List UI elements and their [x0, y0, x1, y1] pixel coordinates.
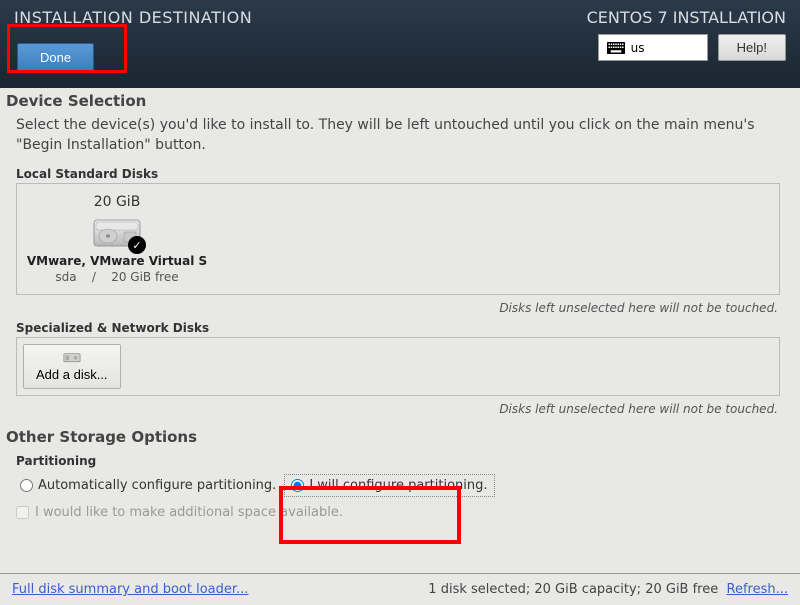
checkbox-additional-label: I would like to make additional space av… — [35, 505, 343, 520]
keyboard-layout-label: us — [631, 41, 645, 55]
disk-size: 20 GiB — [17, 194, 217, 210]
checkbox-additional-input[interactable] — [16, 506, 29, 519]
refresh-link[interactable]: Refresh... — [727, 582, 789, 597]
network-disks-container: Add a disk... — [16, 337, 780, 396]
network-disks-hint: Disks left unselected here will not be t… — [6, 396, 790, 418]
partitioning-label: Partitioning — [16, 450, 784, 470]
footer-status: 1 disk selected; 20 GiB capacity; 20 GiB… — [428, 582, 788, 597]
radio-auto-label: Automatically configure partitioning. — [38, 478, 276, 493]
disk-details: sda / 20 GiB free — [17, 270, 217, 284]
local-disks-label: Local Standard Disks — [6, 163, 790, 183]
top-right-controls: us Help! — [598, 34, 786, 61]
disk-item[interactable]: 20 GiB VMware, VMwar — [17, 192, 217, 286]
radio-auto-input[interactable] — [20, 479, 33, 492]
add-disk-label: Add a disk... — [36, 367, 108, 382]
keyboard-icon — [607, 42, 625, 54]
checkbox-additional-space[interactable]: I would like to make additional space av… — [16, 501, 784, 520]
other-storage-section: Other Storage Options Partitioning Autom… — [0, 418, 800, 520]
hard-drive-icon — [92, 214, 142, 250]
radio-manual-label: I will configure partitioning. — [309, 478, 487, 493]
network-disks-label: Specialized & Network Disks — [6, 317, 790, 337]
other-storage-title: Other Storage Options — [6, 428, 794, 446]
radio-auto-partition[interactable]: Automatically configure partitioning. — [16, 476, 280, 495]
local-disks-container: 20 GiB VMware, VMwar — [16, 183, 780, 295]
radio-manual-partition[interactable]: I will configure partitioning. — [284, 474, 494, 497]
help-button[interactable]: Help! — [718, 34, 786, 61]
add-disk-button[interactable]: Add a disk... — [23, 344, 121, 389]
radio-manual-input[interactable] — [291, 479, 304, 492]
header-bar: INSTALLATION DESTINATION CENTOS 7 INSTAL… — [0, 0, 800, 88]
disk-summary-link[interactable]: Full disk summary and boot loader... — [12, 582, 248, 597]
footer-status-text: 1 disk selected; 20 GiB capacity; 20 GiB… — [428, 582, 718, 597]
local-disks-hint: Disks left unselected here will not be t… — [6, 295, 790, 317]
done-button[interactable]: Done — [17, 43, 94, 72]
disk-name: VMware, VMware Virtual S — [17, 254, 217, 268]
keyboard-layout-selector[interactable]: us — [598, 34, 708, 61]
footer-bar: Full disk summary and boot loader... 1 d… — [0, 573, 800, 605]
installer-title: CENTOS 7 INSTALLATION — [587, 8, 786, 27]
main-content: Device Selection Select the device(s) yo… — [0, 88, 800, 418]
partition-options-row: Automatically configure partitioning. I … — [16, 470, 784, 501]
add-disk-icon — [63, 351, 81, 365]
device-selection-instruction: Select the device(s) you'd like to insta… — [6, 114, 790, 163]
check-icon — [128, 236, 146, 254]
device-selection-title: Device Selection — [6, 92, 790, 110]
